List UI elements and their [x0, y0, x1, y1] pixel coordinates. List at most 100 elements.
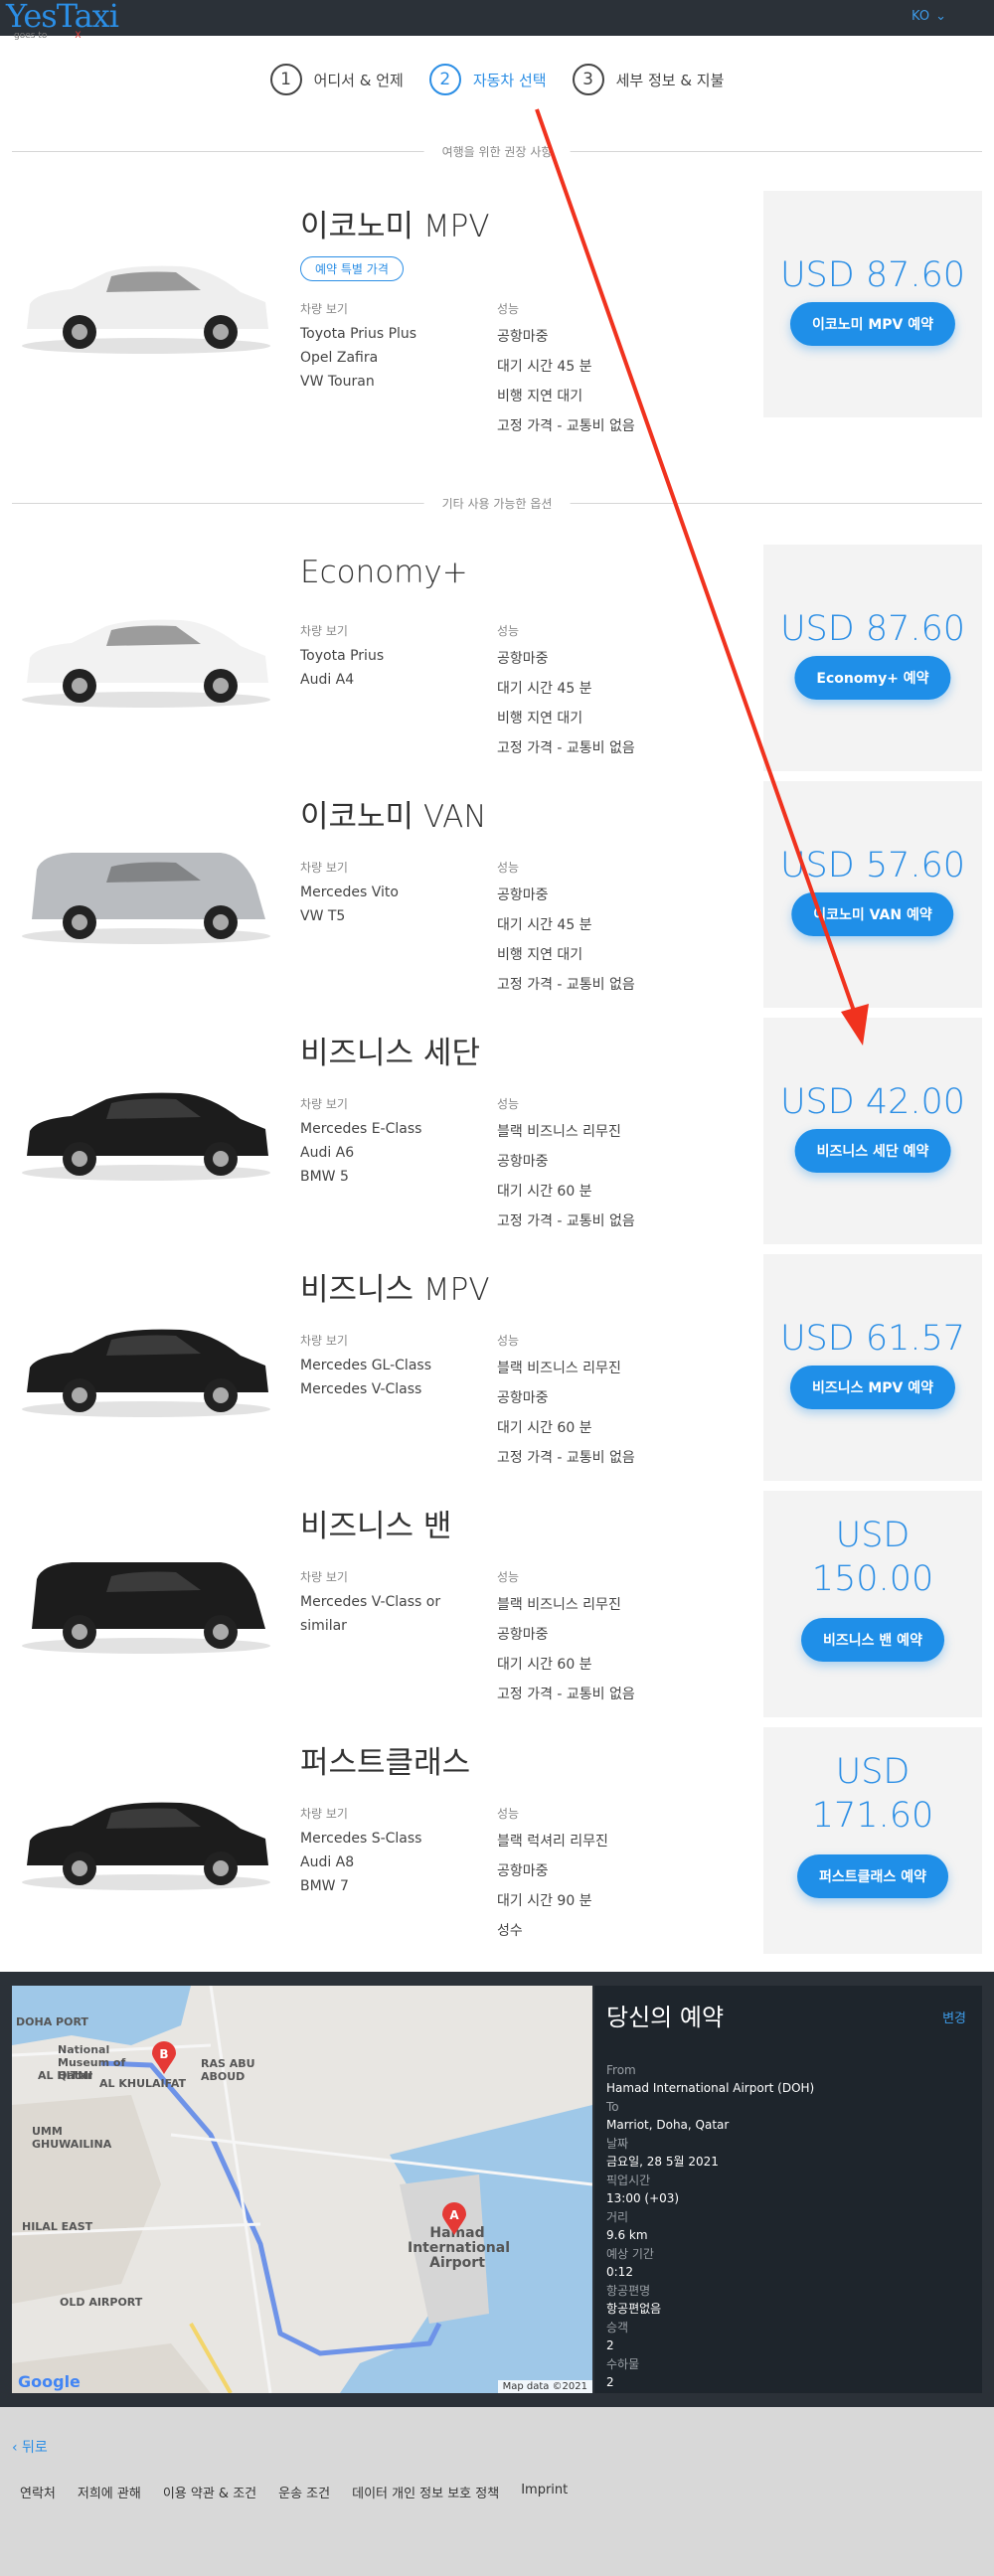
price-box: USD 61.57 비즈니스 MPV 예약 [763, 1254, 982, 1481]
car-title: 퍼스트클래스 [300, 1745, 471, 1781]
price: USD 87.60 [779, 609, 966, 649]
examples-heading: 차량 보기 [300, 1570, 348, 1584]
car-image [12, 588, 280, 727]
booking-field-label: 예상 기간 [606, 2247, 654, 2261]
car-example: VW T5 [300, 908, 346, 924]
car-features-list: 블랙 럭셔리 리무진 공항마중 대기 시간 90 분 성수 [497, 1827, 608, 1946]
car-image [12, 1298, 280, 1437]
features-heading: 성능 [497, 1334, 520, 1348]
book-button[interactable]: 이코노미 MPV 예약 [789, 302, 956, 346]
footer-link[interactable]: Imprint [521, 2483, 568, 2501]
step-where-when[interactable]: 1 어디서 & 언제 [269, 64, 404, 95]
price-amount: 150.00 [811, 1559, 934, 1599]
page-root: YesTaxi goes to X KO ⌄ 1 어디서 & 언제 2 자동차 선택 3… [0, 0, 994, 2576]
car-feature: 고정 가격 - 교통비 없음 [497, 1450, 635, 1466]
car-feature: 공항마중 [497, 1154, 549, 1170]
features-heading: 성능 [497, 1097, 520, 1111]
book-button[interactable]: Economy+ 예약 [794, 656, 951, 700]
booking-field-value: 2 [606, 2375, 614, 2389]
map-credit: Map data ©2021 [497, 2380, 592, 2393]
book-button[interactable]: 비즈니스 밴 예약 [801, 1618, 944, 1662]
map-label-ras-abu-aboud: RAS ABU ABOUD [201, 2057, 255, 2083]
car-feature: 블랙 럭셔리 리무진 [497, 1834, 608, 1850]
car-feature: 대기 시간 45 분 [497, 359, 592, 375]
car-title: 비즈니스 밴 [300, 1509, 452, 1544]
book-button[interactable]: 비즈니스 세단 예약 [794, 1129, 951, 1173]
map-pin-b[interactable]: B [151, 2041, 177, 2075]
price-currency: USD [835, 1752, 911, 1792]
logo-tagline: goes to X [14, 31, 82, 41]
step-details-payment[interactable]: 3 세부 정보 & 지불 [572, 64, 724, 95]
car-examples-list: Mercedes Vito VW T5 [300, 881, 399, 928]
map-pin-a[interactable]: A [441, 2202, 467, 2236]
car-option-card: 비즈니스 세단 차량 보기 Mercedes E-Class Audi A6 BMW 5… [12, 1018, 982, 1244]
car-option-card: 비즈니스 밴 차량 보기 Mercedes V-Class or similar 성능 블… [12, 1491, 982, 1717]
car-title: 비즈니스 MPV [300, 1272, 490, 1308]
examples-heading: 차량 보기 [300, 302, 348, 316]
booking-field-value: 9.6 km [606, 2228, 648, 2242]
booking-field-label: To [606, 2100, 619, 2114]
car-features-list: 공항마중 대기 시간 45 분 비행 지연 대기 고정 가격 - 교통비 없음 [497, 322, 635, 441]
booking-field-value: Marriot, Doha, Qatar [606, 2118, 730, 2132]
map-label-hilal-east: HILAL EAST [22, 2220, 93, 2233]
step-choose-car[interactable]: 2 자동차 선택 [428, 64, 547, 95]
book-button[interactable]: 이코노미 VAN 예약 [791, 892, 954, 936]
language-selector[interactable]: KO ⌄ [911, 9, 946, 24]
footer-link[interactable]: 운송 조건 [278, 2483, 330, 2501]
book-button[interactable]: 비즈니스 MPV 예약 [789, 1366, 956, 1409]
step-number: 3 [572, 64, 604, 95]
booking-field-label: 수하물 [606, 2357, 640, 2371]
car-option-card: 퍼스트클래스 차량 보기 Mercedes S-Class Audi A8 BMW 7 성… [12, 1727, 982, 1954]
car-example: Mercedes V-Class or [300, 1594, 441, 1610]
recommended-divider: 여행을 위한 권장 사항 [12, 143, 982, 160]
car-features-list: 블랙 비즈니스 리무진 공항마중 대기 시간 60 분 고정 가격 - 교통비 없음 [497, 1590, 635, 1709]
svg-text:A: A [449, 2208, 459, 2222]
car-feature: 성수 [497, 1923, 523, 1939]
price-box: USD 42.00 비즈니스 세단 예약 [763, 1018, 982, 1244]
car-image [12, 825, 280, 964]
car-example: Toyota Prius [300, 648, 385, 664]
car-feature: 고정 가격 - 교통비 없음 [497, 1213, 635, 1229]
car-examples-list: Mercedes V-Class or similar [300, 1590, 440, 1638]
car-image [12, 235, 280, 374]
car-example: Toyota Prius Plus [300, 326, 417, 342]
footer-link[interactable]: 이용 약관 & 조건 [163, 2483, 256, 2501]
car-feature: 블랙 비즈니스 리무진 [497, 1124, 621, 1140]
car-title: Economy+ [300, 555, 468, 590]
car-feature: 대기 시간 90 분 [497, 1893, 592, 1909]
car-feature: 블랙 비즈니스 리무진 [497, 1597, 621, 1613]
car-feature: 공항마중 [497, 1627, 549, 1643]
step-number: 2 [428, 64, 461, 95]
change-link[interactable]: 변경 [942, 2008, 966, 2026]
book-button[interactable]: 퍼스트클래스 예약 [797, 1854, 948, 1898]
features-heading: 성능 [497, 302, 520, 316]
car-features-list: 공항마중 대기 시간 45 분 비행 지연 대기 고정 가격 - 교통비 없음 [497, 881, 635, 1000]
car-image [12, 1061, 280, 1201]
section-label: 기타 사용 가능한 옵션 [423, 495, 571, 512]
car-feature: 대기 시간 60 분 [497, 1184, 592, 1200]
step-number: 1 [269, 64, 302, 95]
route-map[interactable]: DOHA PORT National Museum of Qatar AL HI… [12, 1986, 592, 2393]
footer-link[interactable]: 데이터 개인 정보 보호 정책 [352, 2483, 499, 2501]
footer-link[interactable]: 연락처 [20, 2483, 56, 2501]
examples-heading: 차량 보기 [300, 1807, 348, 1821]
car-example: Mercedes Vito [300, 885, 399, 900]
car-example: Audi A8 [300, 1854, 355, 1870]
step-label: 자동차 선택 [472, 71, 547, 89]
car-examples-list: Mercedes E-Class Audi A6 BMW 5 [300, 1117, 421, 1189]
car-example: similar [300, 1618, 347, 1634]
car-example: Opel Zafira [300, 350, 379, 366]
top-bar: YesTaxi goes to X KO ⌄ [0, 0, 994, 41]
car-feature: 대기 시간 60 분 [497, 1657, 592, 1673]
car-option-card: 이코노미 MPV 예약 특별 가격 차량 보기 Toyota Prius Plus Op… [12, 191, 982, 434]
features-heading: 성능 [497, 861, 520, 875]
car-feature: 대기 시간 45 분 [497, 681, 592, 697]
car-example: Audi A4 [300, 672, 355, 688]
back-link[interactable]: ‹ 뒤로 [12, 2437, 48, 2457]
price-box: USD 171.60 퍼스트클래스 예약 [763, 1727, 982, 1954]
special-price-badge: 예약 특별 가격 [300, 256, 404, 281]
section-label: 여행을 위한 권장 사항 [423, 143, 571, 160]
booking-field-label: 거리 [606, 2210, 629, 2224]
footer-link[interactable]: 저희에 관해 [78, 2483, 141, 2501]
car-feature: 공항마중 [497, 1390, 549, 1406]
